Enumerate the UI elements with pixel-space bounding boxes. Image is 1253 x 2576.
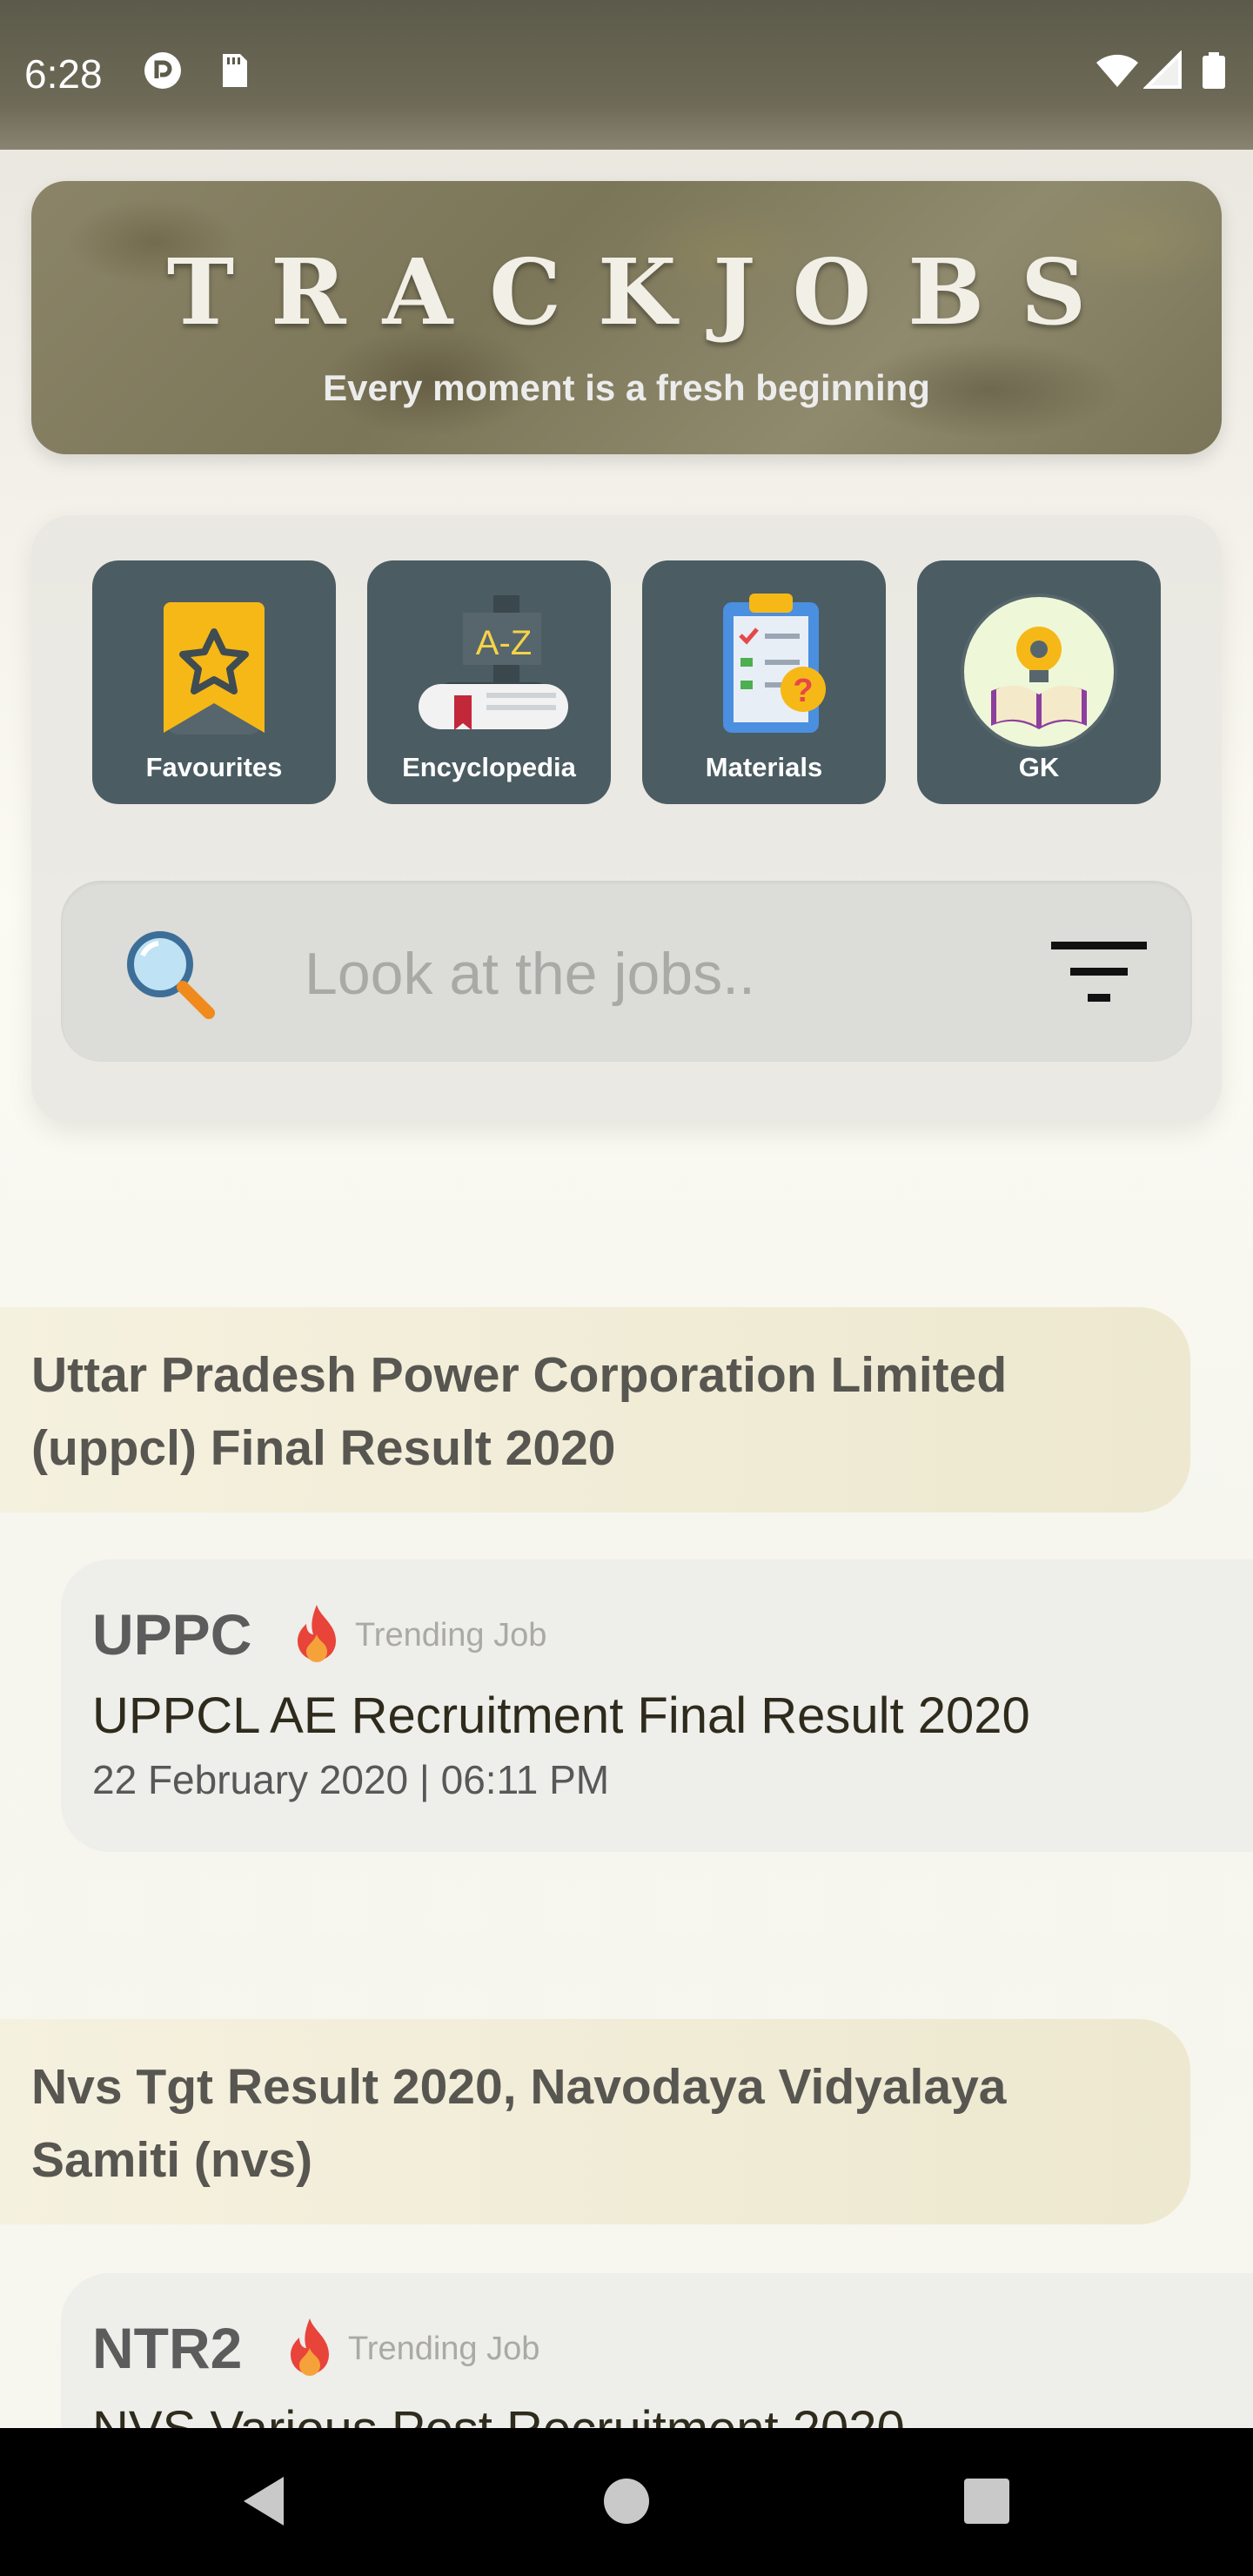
system-nav-bar <box>0 2428 1253 2576</box>
section-header: Uttar Pradesh Power Corporation Limited … <box>0 1307 1190 1513</box>
tile-label: Materials <box>705 752 823 782</box>
status-time: 6:28 <box>24 51 103 97</box>
job-title: UPPCL AE Recruitment Final Result 2020 <box>92 1687 1030 1744</box>
section-title: Uttar Pradesh Power Corporation Limited … <box>31 1347 1008 1476</box>
trending-badge: Trending Job <box>348 2331 540 2367</box>
tile-label: Encyclopedia <box>402 752 576 782</box>
filter-icon[interactable] <box>1051 936 1147 1006</box>
cellular-signal-icon <box>1143 50 1182 89</box>
job-code: UPPC <box>92 1602 252 1667</box>
search-input[interactable] <box>303 921 1055 1027</box>
wifi-icon <box>1096 54 1138 87</box>
job-card[interactable]: UPPC Trending Job UPPCL AE Recruitment F… <box>61 1560 1253 1852</box>
job-code: NTR2 <box>92 2316 243 2380</box>
pocket-casts-icon <box>144 52 181 89</box>
recents-icon[interactable] <box>955 2470 1018 2532</box>
trending-badge: Trending Job <box>355 1617 547 1654</box>
search-icon <box>127 931 215 1019</box>
section-header: Nvs Tgt Result 2020, Navodaya Vidyalaya … <box>0 2019 1190 2224</box>
app-header-banner: TRACKJOBS Every moment is a fresh beginn… <box>31 181 1222 454</box>
battery-icon <box>1203 52 1225 89</box>
svg-text:A-Z: A-Z <box>476 624 532 662</box>
fire-icon <box>291 2318 329 2376</box>
status-bar: 6:28 <box>0 0 1253 150</box>
app-brand-title: TRACKJOBS <box>166 238 1123 345</box>
svg-text:?: ? <box>793 673 813 709</box>
tile-gk[interactable]: GK <box>917 560 1161 804</box>
home-icon[interactable] <box>595 2470 658 2532</box>
bookmark-star-icon <box>164 602 265 735</box>
tile-label: Favourites <box>145 752 283 782</box>
back-icon[interactable] <box>233 2470 296 2532</box>
sd-card-icon <box>223 54 247 87</box>
job-date: 22 February 2020 | 06:11 PM <box>92 1757 610 1802</box>
tile-encyclopedia[interactable]: A-Z Encyclopedia <box>367 560 611 804</box>
app-tagline: Every moment is a fresh beginning <box>323 367 930 408</box>
lightbulb-book-icon <box>961 594 1117 750</box>
search-bar[interactable] <box>61 881 1192 1062</box>
az-book-icon: A-Z <box>419 595 568 730</box>
tile-materials[interactable]: ? Materials <box>642 560 886 804</box>
tile-label: GK <box>1018 752 1060 782</box>
tile-favourites[interactable]: Favourites <box>92 560 336 804</box>
quick-access-panel: Favourites A-Z Encyclopedia ? Materials … <box>31 515 1222 1124</box>
section-title: Nvs Tgt Result 2020, Navodaya Vidyalaya … <box>31 2059 1007 2188</box>
fire-icon <box>298 1605 336 1662</box>
clipboard-checklist-icon: ? <box>723 594 826 733</box>
